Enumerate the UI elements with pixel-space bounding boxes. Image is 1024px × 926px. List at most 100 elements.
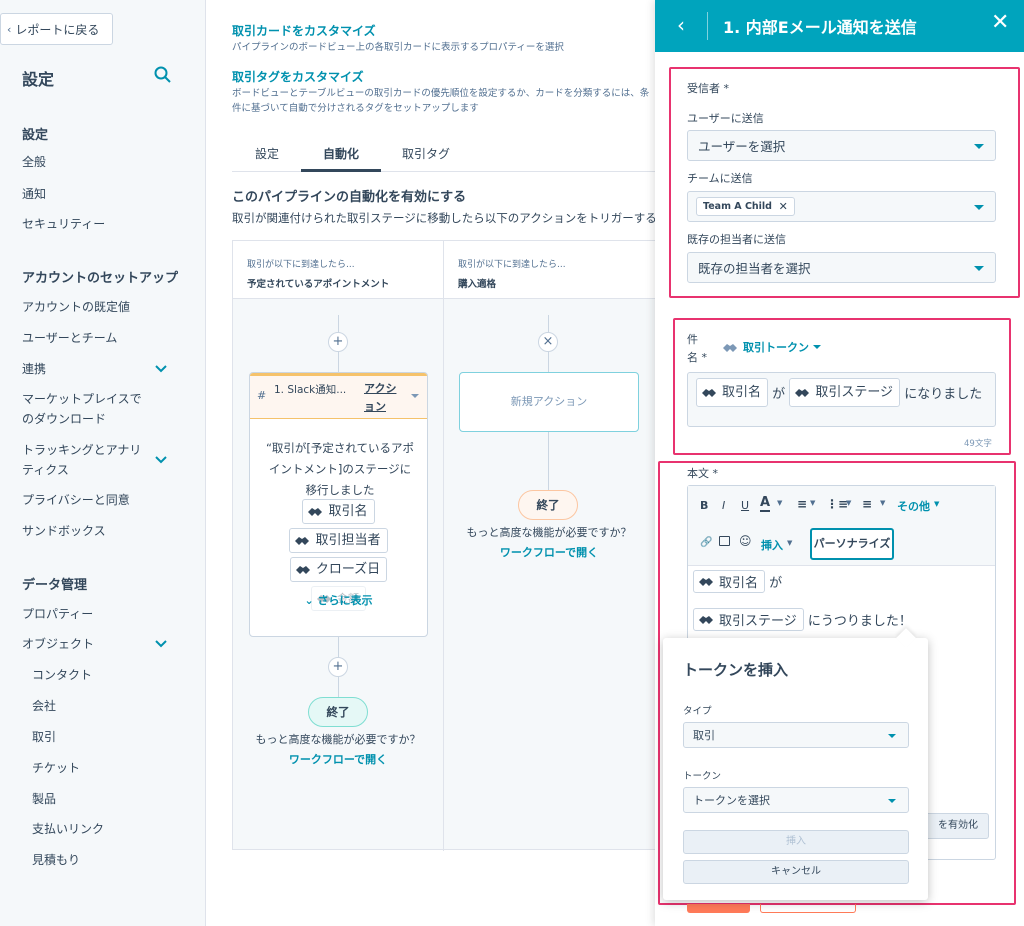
token-deal-stage: 取引ステージ	[693, 608, 804, 631]
emoji-icon[interactable]: ☺	[739, 534, 752, 548]
search-icon[interactable]	[154, 66, 172, 84]
bullet-list-icon[interactable]: ⋮≡	[826, 497, 848, 511]
team-select[interactable]: Team A Child ✕	[687, 191, 996, 222]
chevron-down-icon[interactable]	[155, 456, 167, 464]
remove-chip-icon[interactable]: ✕	[779, 200, 788, 213]
sidebar-item-tracking[interactable]: トラッキングとアナリティクス	[22, 440, 152, 480]
sidebar-item-notifications[interactable]: 通知	[22, 184, 152, 204]
sidebar-item-quotes[interactable]: 見積もり	[32, 850, 162, 870]
insert-menu[interactable]: 挿入	[761, 537, 783, 553]
insert-button[interactable]: 挿入	[683, 830, 909, 854]
sidebar-item-users-teams[interactable]: ユーザーとチーム	[22, 328, 152, 348]
team-chip-label: Team A Child	[703, 201, 772, 212]
sidebar-item-tickets[interactable]: チケット	[32, 758, 162, 778]
user-select[interactable]: ユーザーを選択	[687, 130, 996, 161]
slack-action-card[interactable]: # 1. Slack通知... アクション “取引が[予定されているアポイントメ…	[249, 372, 428, 637]
sidebar-item-contacts[interactable]: コンタクト	[32, 665, 162, 685]
save-button[interactable]	[687, 904, 750, 913]
handshake-icon	[702, 389, 716, 397]
editor-toolbar: B I U A ▼ ≡ ▼ ⋮≡ ▼ ≡ ▼ その他 ▼ 🔗 ☺ 挿入 ▼ パー…	[688, 486, 995, 566]
token-select-value: トークンを選択	[693, 794, 770, 807]
bold-button[interactable]: B	[700, 499, 708, 512]
tab-settings[interactable]: 設定	[255, 145, 279, 162]
body-label: 本文 *	[687, 467, 718, 480]
chevron-down-icon[interactable]	[155, 365, 167, 373]
stage-column-header: 取引が以下に到達したら... 予定されているアポイントメント	[233, 241, 443, 299]
tab-deal-tags[interactable]: 取引タグ	[402, 145, 450, 162]
action-menu-button[interactable]: アクション	[364, 380, 404, 416]
user-select-value: ユーザーを選択	[698, 139, 786, 154]
sidebar-item-deals[interactable]: 取引	[32, 727, 162, 747]
numbered-list-icon[interactable]: ≡	[862, 497, 872, 511]
close-icon[interactable]: ✕	[991, 10, 1009, 35]
text-color-button[interactable]: A	[760, 496, 771, 512]
section-title: このパイプラインの自動化を有効にする	[232, 190, 467, 205]
cancel-button[interactable]: キャンセル	[683, 860, 909, 884]
sidebar-item-payment-links[interactable]: 支払いリンク	[32, 819, 162, 839]
sidebar-heading-settings: 設定	[22, 128, 49, 143]
chevron-down-icon[interactable]	[155, 640, 167, 648]
end-node: 終了	[518, 490, 578, 520]
show-more-link[interactable]: ⌄ さらに表示	[250, 592, 427, 608]
settings-sidebar: ‹ レポートに戻る 設定 設定 全般 通知 セキュリティー アカウントのセットア…	[0, 0, 206, 926]
sidebar-item-security[interactable]: セキュリティー	[22, 214, 152, 234]
token-label: 取引名	[328, 504, 368, 519]
enable-button[interactable]: を有効化	[921, 813, 989, 839]
caret-down-icon: ▼	[787, 539, 793, 547]
flow-line	[548, 432, 549, 492]
tab-automation[interactable]: 自動化	[323, 145, 359, 162]
personalize-button[interactable]: パーソナライズ	[810, 528, 894, 560]
tab-divider	[232, 171, 657, 172]
token-label: 取引ステージ	[719, 614, 797, 629]
cancel-button[interactable]	[760, 904, 856, 913]
customize-card-link[interactable]: 取引カードをカスタマイズ	[232, 22, 376, 39]
sidebar-item-marketplace[interactable]: マーケットプレイスでのダウンロード	[22, 389, 152, 429]
body-text: が	[769, 576, 783, 591]
customize-tag-link[interactable]: 取引タグをカスタマイズ	[232, 68, 364, 85]
sidebar-item-objects[interactable]: オブジェクト	[22, 634, 152, 654]
insert-token-popover: トークンを挿入 タイプ 取引 トークン トークンを選択 挿入 キャンセル	[663, 628, 928, 900]
caret-down-icon	[813, 345, 821, 349]
back-to-reports-button[interactable]: ‹ レポートに戻る	[0, 13, 113, 45]
slack-icon: #	[257, 389, 267, 402]
send-owner-label: 既存の担当者に送信	[687, 233, 786, 246]
more-menu[interactable]: その他	[897, 498, 930, 514]
caret-down-icon	[888, 799, 896, 803]
add-action-button[interactable]: +	[328, 657, 348, 677]
link-icon[interactable]: 🔗	[700, 537, 712, 548]
handshake-icon	[295, 566, 310, 574]
remove-action-button[interactable]: ×	[538, 332, 558, 352]
sidebar-item-privacy[interactable]: プライバシーと同意	[22, 490, 152, 510]
stage-name: 予定されているアポイントメント	[247, 279, 390, 290]
align-icon[interactable]: ≡	[797, 497, 807, 511]
open-in-workflow-link[interactable]: ワークフローで開く	[233, 751, 443, 767]
chevron-left-icon[interactable]: ‹	[677, 13, 685, 37]
subject-input[interactable]: 取引名 が 取引ステージ になりました	[687, 372, 996, 427]
customize-card-desc: パイプラインのボードビュー上の各取引カードに表示するプロパティーを選択	[232, 42, 564, 53]
type-select[interactable]: 取引	[683, 722, 909, 748]
sidebar-item-general[interactable]: 全般	[22, 152, 152, 172]
sidebar-item-sandbox[interactable]: サンドボックス	[22, 521, 152, 541]
new-action-button[interactable]: 新規アクション	[459, 372, 639, 432]
caret-down-icon: ▼	[810, 499, 816, 507]
sidebar-item-properties[interactable]: プロパティー	[22, 604, 152, 624]
action-card-title: 1. Slack通知...	[274, 384, 347, 396]
italic-button[interactable]: I	[722, 499, 725, 512]
deal-token-menu[interactable]: 取引トークン	[722, 339, 821, 355]
token-select[interactable]: トークンを選択	[683, 787, 909, 813]
owner-select[interactable]: 既存の担当者を選択	[687, 252, 996, 283]
back-button-label: レポートに戻る	[15, 22, 100, 37]
sidebar-item-companies[interactable]: 会社	[32, 696, 162, 716]
open-in-workflow-link[interactable]: ワークフローで開く	[444, 544, 654, 560]
token-deal-name: 取引名	[696, 378, 769, 407]
type-select-value: 取引	[693, 729, 715, 742]
sidebar-item-integrations[interactable]: 連携	[22, 359, 152, 379]
handshake-icon	[699, 578, 713, 586]
image-icon[interactable]	[719, 536, 730, 546]
underline-button[interactable]: U	[741, 499, 749, 512]
pipeline-settings-main: 取引カードをカスタマイズ パイプラインのボードビュー上の各取引カードに表示するプ…	[207, 0, 657, 926]
sidebar-item-account-defaults[interactable]: アカウントの既定値	[22, 297, 152, 317]
caret-down-icon: ▼	[777, 499, 783, 507]
add-action-button[interactable]: +	[328, 332, 348, 352]
sidebar-item-products[interactable]: 製品	[32, 789, 162, 809]
